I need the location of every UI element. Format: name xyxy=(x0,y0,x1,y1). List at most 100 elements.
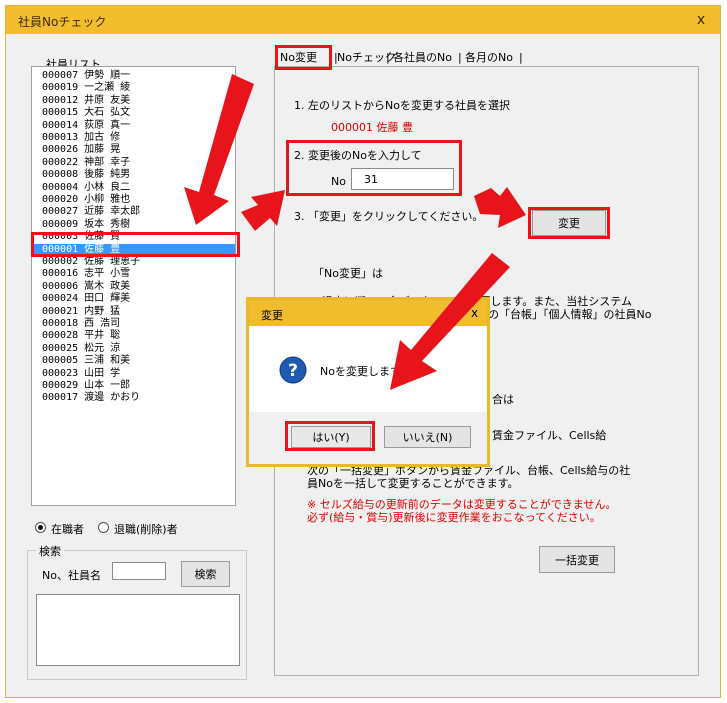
list-item[interactable]: 000023 山田 学 xyxy=(32,368,235,380)
radio-active[interactable] xyxy=(35,522,46,533)
radio-active-label: 在職者 xyxy=(51,523,84,536)
list-item[interactable]: 000002 佐藤 理恵子 xyxy=(32,256,235,268)
list-item[interactable]: 000003 佐藤 賢 xyxy=(32,231,235,243)
search-label: No、社員名 xyxy=(42,569,101,582)
radio-retired-label: 退職(削除)者 xyxy=(114,523,178,536)
employee-name: 佐藤 賢 xyxy=(84,231,121,243)
list-item[interactable]: 000017 渡邊 かおり xyxy=(32,392,235,404)
no-label: No xyxy=(331,175,346,188)
employee-name: 一之瀬 綾 xyxy=(84,82,131,94)
employee-no: 000002 xyxy=(42,256,79,267)
list-item[interactable]: 000004 小林 良二 xyxy=(32,182,235,194)
list-item[interactable]: 000015 大石 弘文 xyxy=(32,107,235,119)
list-item[interactable]: 000009 坂本 秀樹 xyxy=(32,219,235,231)
list-item[interactable]: 000006 嵩木 政美 xyxy=(32,281,235,293)
employee-name: 坂本 秀樹 xyxy=(84,218,131,230)
employee-no: 000005 xyxy=(42,355,79,367)
employee-name: 小林 良二 xyxy=(84,181,131,193)
tab-employee-no[interactable]: 各社員のNo xyxy=(393,49,452,67)
bulk-change-button[interactable]: 一括変更 xyxy=(539,546,615,573)
employee-name: 松元 涼 xyxy=(84,342,121,354)
tab-no-change[interactable]: No変更 xyxy=(280,49,317,67)
employee-name: 近藤 幸太郎 xyxy=(84,206,141,218)
list-item[interactable]: 000027 近藤 幸太郎 xyxy=(32,206,235,218)
list-item[interactable]: 000012 井原 友美 xyxy=(32,95,235,107)
employee-no: 000018 xyxy=(42,318,79,329)
employee-name: 井原 友美 xyxy=(84,94,131,106)
employee-name: 志平 小雪 xyxy=(84,268,131,280)
list-item[interactable]: 000022 神部 幸子 xyxy=(32,157,235,169)
change-button[interactable]: 変更 xyxy=(532,210,606,236)
employee-name: 小柳 雅也 xyxy=(84,194,131,205)
search-results[interactable] xyxy=(36,594,240,666)
employee-no: 000006 xyxy=(42,280,79,292)
desc-line4: 賃金ファイル、Cells給 xyxy=(492,429,607,442)
list-item[interactable]: 000025 松元 涼 xyxy=(32,343,235,355)
employee-no: 000022 xyxy=(42,156,79,168)
confirm-dialog: 変更 x ? Noを変更しますか？ はい(Y) いいえ(N) xyxy=(246,297,490,467)
list-item[interactable]: 000028 平井 聡 xyxy=(32,330,235,342)
employee-no: 000014 xyxy=(42,119,79,131)
no-button[interactable]: いいえ(N) xyxy=(384,426,471,448)
question-icon: ? xyxy=(279,356,307,387)
dialog-message: Noを変更しますか？ xyxy=(320,365,423,378)
employee-no: 000028 xyxy=(42,330,79,342)
list-item[interactable]: 000019 一之瀬 綾 xyxy=(32,82,235,94)
new-no-input[interactable] xyxy=(351,168,454,190)
dialog-title-bar: 変更 x xyxy=(249,300,487,326)
close-button[interactable]: x xyxy=(692,11,710,29)
search-input[interactable] xyxy=(112,562,166,580)
employee-no: 000027 xyxy=(42,206,79,218)
employee-name: 平井 聡 xyxy=(84,330,121,342)
desc-line3: 合は xyxy=(492,393,514,406)
svg-text:?: ? xyxy=(288,361,298,381)
employee-name: 伊勢 順一 xyxy=(84,70,131,81)
list-item[interactable]: 000014 荻原 真一 xyxy=(32,120,235,132)
employee-no: 000026 xyxy=(42,144,79,156)
employee-name: 加藤 晃 xyxy=(84,144,121,156)
title-bar: 社員Noチェック x xyxy=(6,6,720,34)
tab-month-no[interactable]: 各月のNo xyxy=(465,49,513,67)
list-item[interactable]: 000013 加古 修 xyxy=(32,132,235,144)
employee-no: 000029 xyxy=(42,380,79,391)
list-item[interactable]: 000007 伊勢 順一 xyxy=(32,70,235,82)
employee-name: 嵩木 政美 xyxy=(84,280,131,292)
employee-name: 後藤 純男 xyxy=(84,169,131,181)
dialog-close-button[interactable]: x xyxy=(471,306,478,320)
list-item[interactable]: 000029 山本 一郎 xyxy=(32,380,235,392)
employee-no: 000017 xyxy=(42,392,79,404)
employee-no: 000015 xyxy=(42,107,79,119)
employee-name: 西 浩司 xyxy=(84,318,121,329)
tab-sep-2: | xyxy=(386,51,390,64)
radio-retired[interactable] xyxy=(98,522,109,533)
employee-no: 000001 xyxy=(42,243,79,255)
employee-no: 000025 xyxy=(42,342,79,354)
step1-text: 1. 左のリストからNoを変更する社員を選択 xyxy=(294,99,510,112)
list-item[interactable]: 000018 西 浩司 xyxy=(32,318,235,330)
yes-button[interactable]: はい(Y) xyxy=(291,426,371,448)
list-item[interactable]: 000021 内野 猛 xyxy=(32,306,235,318)
list-item[interactable]: 000016 志平 小雪 xyxy=(32,268,235,280)
employee-no: 000024 xyxy=(42,293,79,305)
dialog-title: 変更 xyxy=(261,309,283,322)
employee-name: 神部 幸子 xyxy=(84,156,131,168)
list-item[interactable]: 000005 三浦 和美 xyxy=(32,355,235,367)
selected-employee: 000001 佐藤 豊 xyxy=(331,121,413,134)
list-item[interactable]: 000001 佐藤 豊 xyxy=(32,243,235,256)
employee-no: 000003 xyxy=(42,231,79,243)
list-item[interactable]: 000026 加藤 晃 xyxy=(32,144,235,156)
list-item[interactable]: 000024 田口 輝美 xyxy=(32,293,235,305)
employee-name: 三浦 和美 xyxy=(84,355,131,367)
desc-line2: の「台帳」「個人情報」の社員No xyxy=(488,308,652,321)
list-item[interactable]: 000020 小柳 雅也 xyxy=(32,194,235,206)
employee-name: 大石 弘文 xyxy=(84,107,131,119)
employee-list[interactable]: 000007 伊勢 順一 000019 一之瀬 綾 000012 井原 友美 0000… xyxy=(31,66,236,506)
window-title: 社員Noチェック xyxy=(18,15,107,29)
employee-name: 田口 輝美 xyxy=(84,293,131,305)
list-item[interactable]: 000008 後藤 純男 xyxy=(32,169,235,181)
search-group-title: 検索 xyxy=(36,543,64,559)
employee-name: 山本 一郎 xyxy=(84,380,131,391)
search-button[interactable]: 検索 xyxy=(181,561,230,587)
tab-sep-3: | xyxy=(458,51,462,64)
employee-name: 加古 修 xyxy=(84,132,121,143)
